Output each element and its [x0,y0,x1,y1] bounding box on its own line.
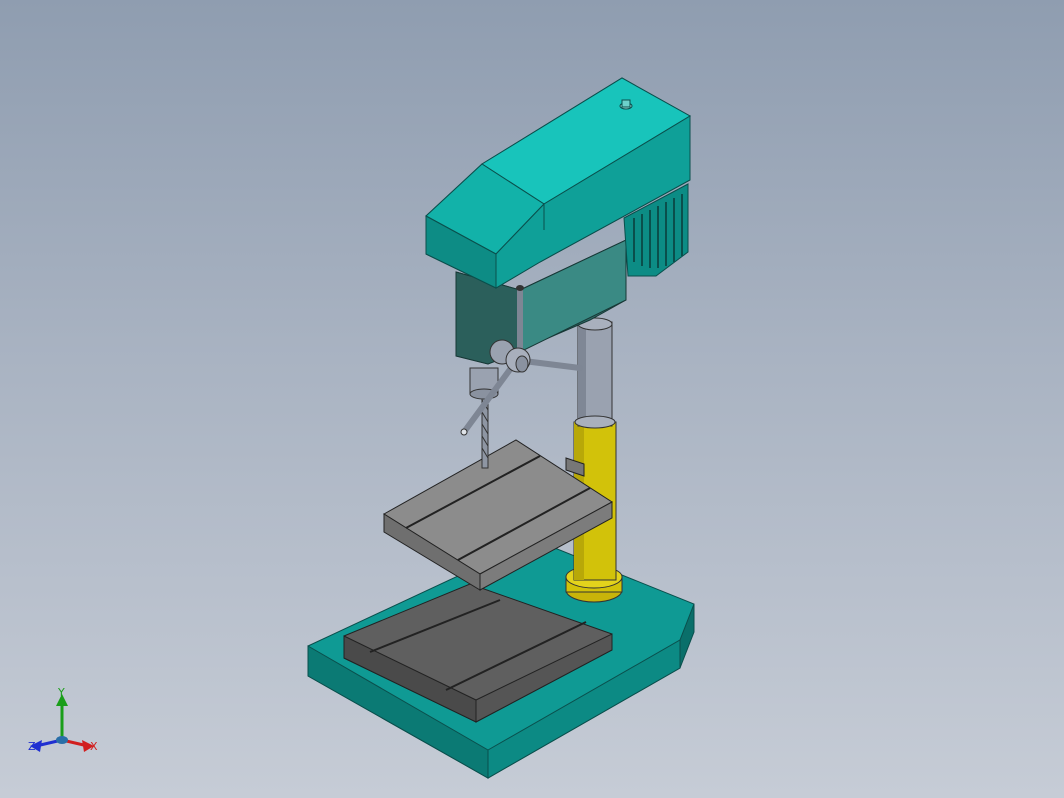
triad-y-label: Y [58,686,65,699]
3d-viewport[interactable]: Y X Z [0,0,1064,798]
drill-press-model[interactable] [0,0,1064,798]
triad-z-label: Z [28,740,36,753]
column[interactable] [565,317,623,603]
view-orientation-triad: Y X Z [22,684,112,764]
triad-x-label: X [90,740,98,753]
